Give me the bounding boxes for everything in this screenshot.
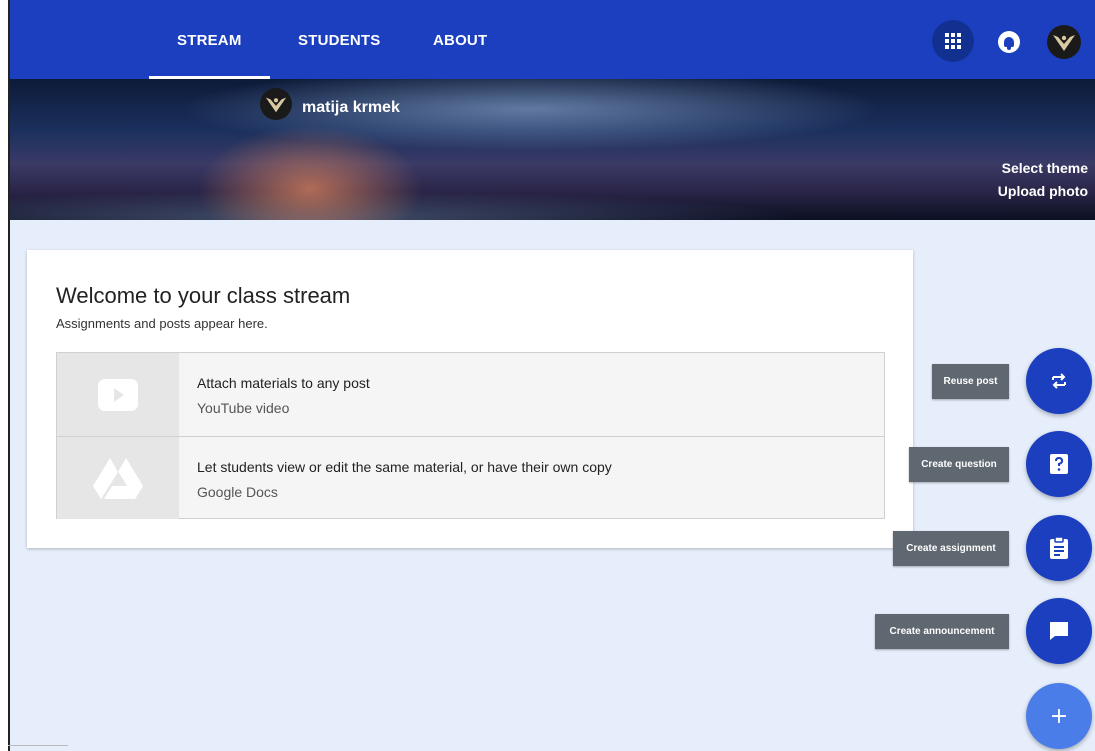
create-question-tooltip: Create question (909, 447, 1009, 482)
clipboard-icon (1050, 536, 1068, 559)
stream-welcome-card: Welcome to your class stream Assignments… (27, 250, 913, 548)
notifications-button[interactable] (998, 31, 1020, 53)
welcome-subtitle: Assignments and posts appear here. (56, 316, 268, 331)
apps-button[interactable] (932, 20, 974, 62)
classroom-window: STREAM STUDENTS ABOUT matija krmek Selec… (8, 0, 1095, 751)
reuse-post-button[interactable] (1026, 348, 1092, 414)
material-title: Attach materials to any post (197, 375, 370, 391)
material-title: Let students view or edit the same mater… (197, 459, 612, 475)
chat-bubble-icon (1050, 622, 1068, 640)
select-theme-link[interactable]: Select theme (1002, 160, 1088, 176)
reuse-post-tooltip: Reuse post (932, 364, 1009, 399)
list-item: Attach materials to any post YouTube vid… (57, 353, 884, 436)
create-question-button[interactable] (1026, 431, 1092, 497)
create-menu-button[interactable]: + (1026, 683, 1092, 749)
create-announcement-tooltip: Create announcement (875, 614, 1009, 649)
apps-grid-icon (945, 33, 961, 49)
plus-icon: + (1049, 703, 1069, 729)
tab-stream[interactable]: STREAM (177, 32, 242, 49)
owner-avatar (260, 88, 292, 120)
class-banner: matija krmek Select theme Upload photo (10, 79, 1095, 220)
create-assignment-tooltip: Create assignment (893, 531, 1009, 566)
create-announcement-button[interactable] (1026, 598, 1092, 664)
avatar-emblem-icon (265, 97, 287, 113)
material-subtitle: YouTube video (197, 400, 290, 416)
class-owner-name[interactable]: matija krmek (302, 99, 400, 117)
materials-list: Attach materials to any post YouTube vid… (56, 352, 885, 519)
youtube-play-icon (57, 353, 179, 436)
material-subtitle: Google Docs (197, 484, 278, 500)
tab-students[interactable]: STUDENTS (298, 32, 380, 49)
create-assignment-button[interactable] (1026, 515, 1092, 581)
top-app-bar: STREAM STUDENTS ABOUT (10, 0, 1095, 79)
list-item: Let students view or edit the same mater… (57, 436, 884, 519)
account-avatar[interactable] (1047, 25, 1081, 59)
repeat-icon (1052, 373, 1066, 389)
avatar-emblem-icon (1053, 35, 1075, 51)
window-edge (8, 745, 68, 751)
google-drive-icon (57, 437, 179, 519)
welcome-title: Welcome to your class stream (56, 283, 351, 308)
tab-about[interactable]: ABOUT (433, 32, 487, 49)
upload-photo-link[interactable]: Upload photo (998, 183, 1088, 199)
notification-bell-icon (1004, 37, 1014, 50)
question-icon (1050, 454, 1068, 474)
